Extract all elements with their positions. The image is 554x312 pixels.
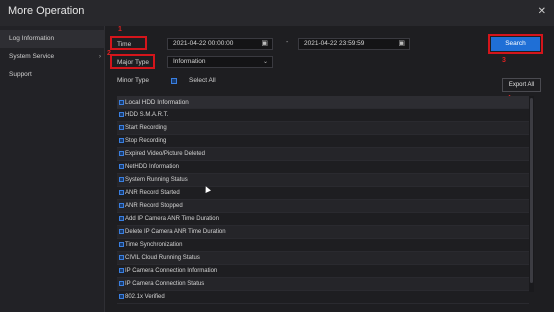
search-button[interactable]: Search — [491, 37, 540, 51]
scrollbar-thumb[interactable] — [530, 98, 533, 283]
chevron-down-icon: ⌄ — [262, 59, 268, 65]
sidebar-item-system-service[interactable]: System Service › — [0, 48, 105, 66]
start-time-field[interactable]: 2021-04-22 00:00:00 ▣ — [167, 38, 273, 50]
export-all-button[interactable]: Export All — [502, 78, 541, 92]
list-item[interactable]: System Running Status — [117, 174, 529, 187]
list-item-label: NetHDD Information — [125, 164, 180, 170]
checkbox-icon[interactable] — [119, 293, 124, 299]
list-item[interactable]: Delete IP Camera ANR Time Duration — [117, 226, 529, 239]
minor-type-label: Minor Type — [117, 77, 150, 84]
title-bar: More Operation ✕ — [0, 0, 554, 26]
list-item-label: Delete IP Camera ANR Time Duration — [125, 229, 226, 235]
list-item-label: CIVIL Cloud Running Status — [125, 255, 200, 261]
checkbox-icon[interactable] — [119, 189, 124, 195]
range-separator: - — [286, 39, 289, 46]
list-item-label: Local HDD Information — [125, 99, 189, 106]
list-scrollbar[interactable] — [529, 96, 534, 292]
start-time-value: 2021-04-22 00:00:00 — [173, 40, 234, 47]
list-item[interactable]: HDD S.M.A.R.T. — [117, 109, 529, 122]
checkbox-icon[interactable] — [119, 254, 124, 260]
list-item-label: Time Synchronization — [125, 242, 183, 248]
sidebar-item-log-information[interactable]: Log Information — [0, 30, 105, 48]
sidebar-item-label: Log Information — [9, 35, 55, 42]
list-item-label: ANR Record Stopped — [125, 203, 183, 209]
calendar-icon[interactable]: ▣ — [398, 39, 405, 49]
list-item[interactable]: IP Camera Connection Information — [117, 265, 529, 278]
window-title: More Operation — [8, 5, 85, 17]
close-icon[interactable]: ✕ — [538, 6, 546, 17]
list-item-label: 802.1x Verified — [125, 294, 165, 300]
annotation-number-3: 3 — [502, 57, 506, 64]
end-time-field[interactable]: 2021-04-22 23:59:59 ▣ — [298, 38, 410, 50]
checkbox-icon[interactable] — [119, 202, 124, 208]
select-all-checkbox[interactable] — [171, 78, 177, 84]
checkbox-icon[interactable] — [119, 99, 124, 105]
list-item-label: System Running Status — [125, 177, 188, 183]
major-type-value: Information — [173, 58, 206, 65]
list-item-label: Add IP Camera ANR Time Duration — [125, 216, 219, 222]
list-item-label: HDD S.M.A.R.T. — [125, 112, 169, 118]
checkbox-icon[interactable] — [119, 267, 124, 273]
list-item[interactable]: ANR Record Stopped — [117, 200, 529, 213]
checkbox-icon[interactable] — [119, 228, 124, 234]
annotation-number-2: 2 — [107, 50, 111, 57]
checkbox-icon[interactable] — [119, 280, 124, 286]
checkbox-icon[interactable] — [119, 150, 124, 156]
checkbox-icon[interactable] — [119, 176, 124, 182]
list-item[interactable]: CIVIL Cloud Running Status — [117, 252, 529, 265]
minor-type-list: Local HDD Information HDD S.M.A.R.T. Sta… — [117, 96, 529, 312]
sidebar-item-label: System Service — [9, 53, 55, 60]
list-item[interactable]: IP Camera Connection Status — [117, 278, 529, 291]
major-type-select[interactable]: Information ⌄ — [167, 56, 273, 68]
select-all-label: Select All — [189, 77, 216, 84]
sidebar: Log Information System Service › Support — [0, 26, 105, 312]
annotation-number-1: 1 — [118, 26, 122, 33]
checkbox-icon[interactable] — [119, 241, 124, 247]
list-item[interactable]: 802.1x Verified — [117, 291, 529, 304]
checkbox-icon[interactable] — [119, 215, 124, 221]
major-type-label: Major Type — [117, 59, 150, 66]
end-time-value: 2021-04-22 23:59:59 — [304, 40, 365, 47]
checkbox-icon[interactable] — [119, 137, 124, 143]
list-item-label: IP Camera Connection Status — [125, 281, 205, 287]
list-item-label: Expired Video/Picture Deleted — [125, 151, 205, 157]
list-item[interactable]: Stop Recording — [117, 135, 529, 148]
list-item[interactable]: Expired Video/Picture Deleted — [117, 148, 529, 161]
checkbox-icon[interactable] — [119, 124, 124, 130]
sidebar-item-label: Support — [9, 71, 32, 78]
list-item[interactable]: Time Synchronization — [117, 239, 529, 252]
checkbox-icon[interactable] — [119, 111, 124, 117]
list-item-label: ANR Record Started — [125, 190, 180, 196]
calendar-icon[interactable]: ▣ — [261, 39, 268, 49]
sidebar-item-support[interactable]: Support — [0, 66, 105, 84]
time-label: Time — [117, 41, 132, 48]
checkbox-icon[interactable] — [119, 163, 124, 169]
list-item-label: Start Recording — [125, 125, 167, 131]
list-item[interactable]: Add IP Camera ANR Time Duration — [117, 213, 529, 226]
list-item-label: IP Camera Connection Information — [125, 268, 218, 274]
list-item[interactable]: Start Recording — [117, 122, 529, 135]
list-item-label: Stop Recording — [125, 138, 167, 144]
list-item[interactable]: ANR Record Started — [117, 187, 529, 200]
chevron-right-icon: › — [99, 54, 101, 60]
list-item[interactable]: NetHDD Information — [117, 161, 529, 174]
list-item[interactable]: Local HDD Information — [117, 96, 529, 109]
